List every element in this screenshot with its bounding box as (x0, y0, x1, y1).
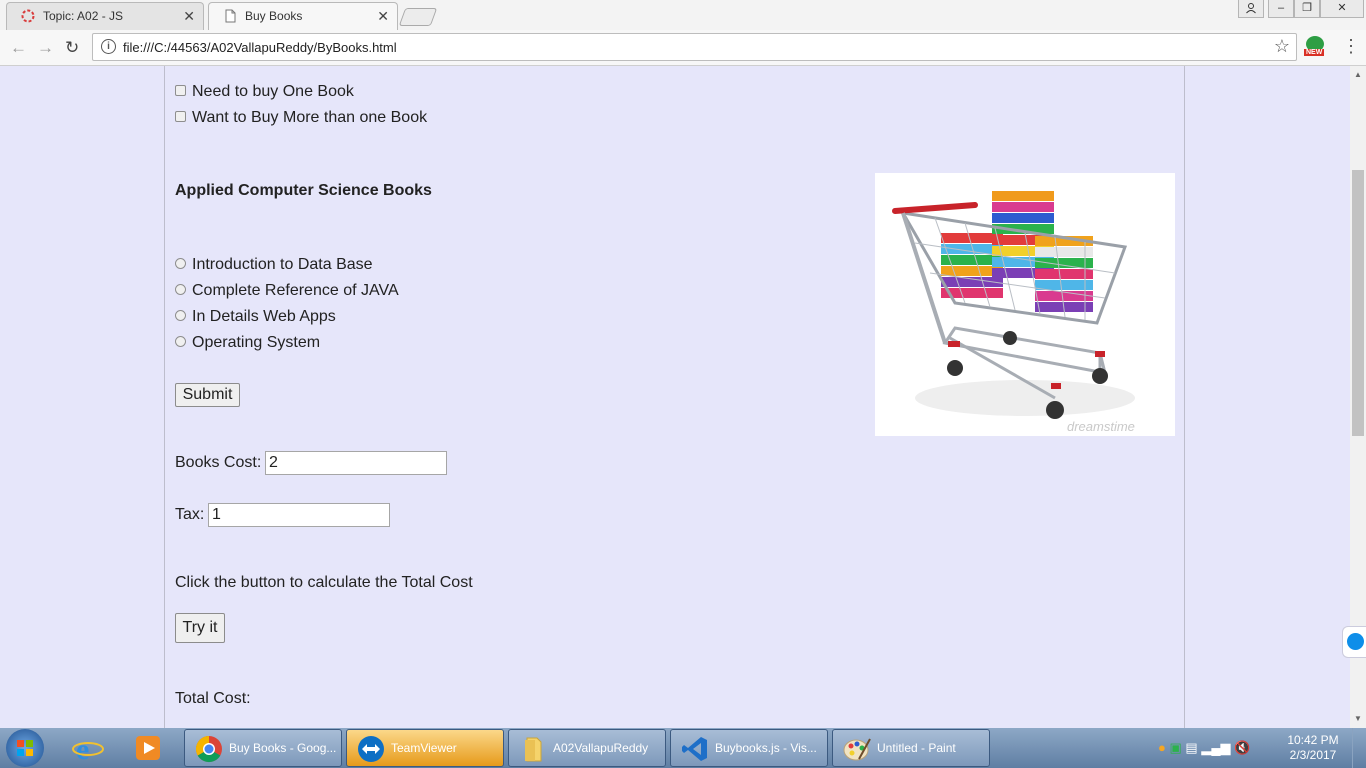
tab-strip: Topic: A02 - JS ✕ Buy Books ✕ – ❐ ✕ (0, 0, 1366, 30)
start-button[interactable] (6, 729, 44, 767)
taskbar-item-label: Untitled - Paint (877, 741, 956, 755)
extension-badge: NEW (1304, 49, 1325, 56)
windows-taskbar: e Buy Books - Goog... TeamViewer A02Vall… (0, 728, 1366, 768)
tray-security-icon[interactable]: ▣ (1169, 740, 1181, 755)
radio-button[interactable] (175, 310, 186, 321)
back-arrow-icon[interactable]: ← (10, 38, 27, 58)
teamviewer-panel-handle[interactable] (1342, 626, 1366, 658)
forward-arrow-icon[interactable]: → (37, 38, 54, 58)
new-tab-button[interactable] (398, 8, 438, 26)
books-cost-label: Books Cost: (175, 454, 262, 471)
network-signal-icon[interactable]: ▂▄▆ (1201, 740, 1230, 755)
taskbar-item-label: Buy Books - Goog... (229, 741, 337, 755)
tab-topic-a02[interactable]: Topic: A02 - JS ✕ (6, 2, 204, 30)
tab-close-icon[interactable]: ✕ (183, 8, 195, 25)
show-desktop-button[interactable] (1352, 728, 1366, 768)
media-player-icon[interactable] (132, 732, 164, 764)
vscode-icon (682, 737, 707, 761)
taskbar-item-chrome[interactable]: Buy Books - Goog... (184, 729, 342, 767)
radio-button[interactable] (175, 336, 186, 347)
checkbox-label: Need to buy One Book (192, 83, 354, 100)
windows-logo-icon (17, 740, 33, 756)
radio-label: Introduction to Data Base (192, 256, 373, 273)
tab-title: Topic: A02 - JS (43, 9, 124, 23)
scroll-up-arrow-icon[interactable]: ▲ (1354, 70, 1362, 79)
system-clock[interactable]: 10:42 PM 2/3/2017 (1282, 733, 1344, 763)
close-window-button[interactable]: ✕ (1320, 0, 1364, 18)
taskbar-item-paint[interactable]: Untitled - Paint (832, 729, 990, 767)
spinner-favicon-icon (21, 9, 35, 23)
system-tray: ● ▣ ▤ ▂▄▆ 🔇 (1158, 740, 1250, 756)
paint-icon (843, 738, 871, 761)
radio-button[interactable] (175, 284, 186, 295)
taskbar-item-teamviewer[interactable]: TeamViewer (346, 729, 504, 767)
cart-illustration: dreamstime (892, 191, 1135, 434)
bookmark-star-icon[interactable]: ☆ (1274, 36, 1290, 57)
page-favicon-icon (225, 9, 236, 23)
total-cost-label: Total Cost: (175, 690, 251, 707)
radio-label: Complete Reference of JAVA (192, 282, 399, 299)
instruction-text: Click the button to calculate the Total … (175, 574, 473, 591)
url-text[interactable]: file:///C:/44563/A02VallapuReddy/ByBooks… (123, 40, 397, 55)
tab-buy-books[interactable]: Buy Books ✕ (208, 2, 398, 30)
folder-icon (525, 737, 542, 762)
books-cost-input[interactable]: 2 (265, 451, 447, 475)
svg-text:e: e (76, 733, 89, 764)
teamviewer-icon (1347, 633, 1364, 650)
extension-icon[interactable]: NEW (1304, 36, 1328, 60)
info-icon[interactable]: i (101, 39, 116, 54)
submit-button[interactable]: Submit (175, 383, 240, 407)
menu-kebab-icon[interactable]: ⋮ (1342, 36, 1360, 57)
checkbox-many-books[interactable] (175, 111, 186, 122)
profile-icon[interactable] (1238, 0, 1264, 18)
browser-toolbar: ← → ↻ i file:///C:/44563/A02VallapuReddy… (0, 30, 1366, 66)
tax-input[interactable]: 1 (208, 503, 390, 527)
books-cost-row: Books Cost: (175, 454, 261, 472)
scroll-down-arrow-icon[interactable]: ▼ (1354, 714, 1362, 723)
address-bar[interactable]: i file:///C:/44563/A02VallapuReddy/ByBoo… (92, 33, 1297, 61)
taskbar-item-vscode[interactable]: Buybooks.js - Vis... (670, 729, 828, 767)
tax-row: Tax: (175, 506, 204, 524)
radio-label: In Details Web Apps (192, 308, 336, 325)
volume-muted-icon[interactable]: 🔇 (1234, 740, 1250, 755)
radio-button[interactable] (175, 258, 186, 269)
section-heading: Applied Computer Science Books (175, 182, 432, 199)
books-stack-right (1035, 236, 1093, 312)
clock-date: 2/3/2017 (1289, 748, 1337, 762)
clock-time: 10:42 PM (1287, 733, 1339, 747)
reload-icon[interactable]: ↻ (65, 38, 79, 58)
tray-clipboard-icon[interactable]: ▤ (1185, 740, 1197, 755)
scrollbar-thumb[interactable] (1352, 170, 1364, 436)
tab-title: Buy Books (245, 9, 303, 23)
minimize-button[interactable]: – (1268, 0, 1294, 18)
shopping-cart-books-image: dreamstime (875, 173, 1175, 436)
internet-explorer-icon[interactable]: e (72, 732, 104, 764)
tray-app-icon[interactable]: ● (1158, 740, 1166, 755)
taskbar-item-label: A02VallapuReddy (553, 741, 649, 755)
watermark-text: dreamstime (1067, 419, 1135, 434)
taskbar-item-label: TeamViewer (391, 741, 457, 755)
checkbox-one-book[interactable] (175, 85, 186, 96)
radio-label: Operating System (192, 334, 321, 351)
checkbox-label: Want to Buy More than one Book (192, 109, 428, 126)
taskbar-item-label: Buybooks.js - Vis... (715, 741, 817, 755)
chrome-icon (195, 735, 222, 763)
taskbar-item-folder[interactable]: A02VallapuReddy (508, 729, 666, 767)
restore-button[interactable]: ❐ (1294, 0, 1320, 18)
teamviewer-icon (358, 736, 384, 762)
tab-close-icon[interactable]: ✕ (377, 8, 389, 25)
tax-label: Tax: (175, 506, 205, 523)
page-viewport: Need to buy One Book Want to Buy More th… (0, 66, 1350, 728)
try-it-button[interactable]: Try it (175, 613, 225, 643)
